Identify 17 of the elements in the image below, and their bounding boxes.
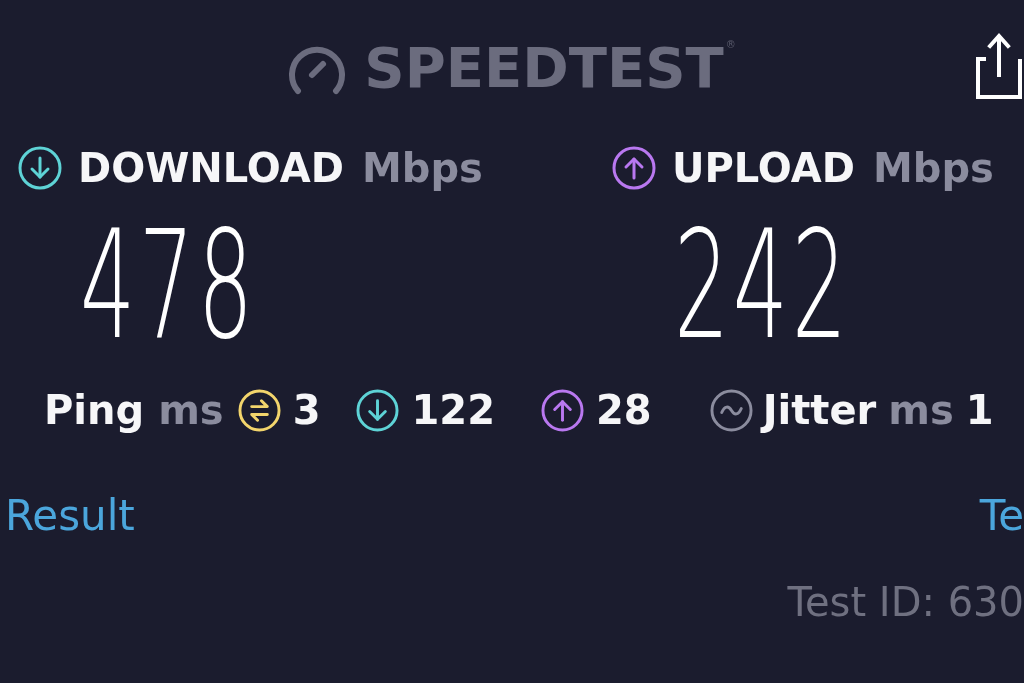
metric-value: 242 xyxy=(674,210,851,360)
registered-mark: ® xyxy=(725,40,736,50)
test-id: Test ID: 630 xyxy=(787,582,1024,622)
metric-label: DOWNLOAD xyxy=(78,148,344,188)
metric-label: UPLOAD xyxy=(672,148,855,188)
link[interactable]: Te xyxy=(979,495,1024,537)
ping-reading: 3 xyxy=(292,390,321,430)
share-icon[interactable] xyxy=(976,33,1022,99)
ping-reading: 122 xyxy=(411,390,495,430)
logo-wordmark: SPEEDTEST xyxy=(364,40,724,96)
wave-circle-icon xyxy=(709,388,753,432)
metric-value: 478 xyxy=(80,210,257,360)
jitter-value: 1 xyxy=(965,390,994,430)
jitter-unit: ms xyxy=(888,390,954,430)
ping-unit: ms xyxy=(158,390,224,430)
link[interactable]: Result xyxy=(5,495,135,537)
ping-reading: 28 xyxy=(596,390,652,430)
